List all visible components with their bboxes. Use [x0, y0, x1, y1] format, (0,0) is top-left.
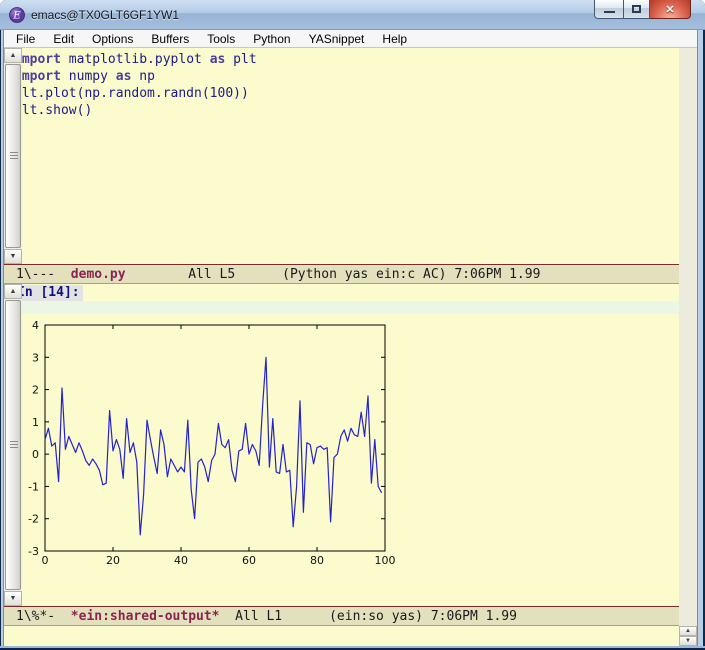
window-title: emacs@TX0GLT6GF1YW1 — [31, 8, 179, 22]
scrollbar-column — [679, 48, 697, 646]
matplotlib-figure: 0 20 40 60 80 100 -3 -2 -1 0 1 2 3 4 — [8, 314, 438, 574]
scrollbar-thumb[interactable] — [5, 64, 21, 248]
modeline1-status: All L5 (Python yas ein:c AC) 7:06PM 1.99 — [126, 267, 541, 282]
svg-text:2: 2 — [32, 384, 39, 397]
thumb-grip-icon — [10, 441, 18, 448]
svg-text:-1: -1 — [28, 480, 39, 493]
svg-text:100: 100 — [375, 554, 396, 567]
restore-icon — [632, 5, 641, 13]
output-pane-shared-output[interactable]: In [14]: 0 20 40 60 80 100 -3 -2 -1 0 1 2 3 4 — [4, 284, 679, 606]
svg-text:-2: -2 — [28, 513, 39, 526]
thumb-grip-icon — [10, 152, 18, 159]
modeline2-buffer-name[interactable]: *ein:shared-output* — [71, 609, 220, 624]
window-frame-bottom — [0, 646, 705, 650]
emacs-icon: E — [9, 7, 25, 23]
menu-tools[interactable]: Tools — [205, 31, 237, 47]
menu-file[interactable]: File — [14, 31, 37, 47]
svg-text:20: 20 — [106, 554, 120, 567]
menu-python[interactable]: Python — [251, 31, 292, 47]
scroll-up-icon[interactable]: ▲ — [4, 48, 22, 63]
output-scrollbar[interactable]: ▲ ▼ — [4, 284, 22, 606]
scroll-up-icon[interactable]: ▲ — [4, 284, 22, 299]
code-lines: import matplotlib.pyplot as pltimport nu… — [14, 51, 257, 119]
minimize-icon — [604, 11, 615, 13]
modeline1-buffer-name[interactable]: demo.py — [71, 267, 126, 282]
close-button[interactable]: ✕ — [650, 0, 691, 19]
minibuffer-scrollbar[interactable]: ▲ ▼ — [679, 626, 697, 646]
ein-cell-band — [12, 301, 679, 314]
modeline-shared-output: 1\%*- *ein:shared-output* All L1 (ein:so… — [4, 606, 679, 626]
titlebar[interactable]: E emacs@TX0GLT6GF1YW1 ✕ — [0, 0, 705, 30]
ein-input-prompt: In [14]: — [14, 285, 83, 301]
close-icon: ✕ — [665, 3, 674, 16]
restore-button[interactable] — [623, 0, 650, 19]
emacs-window: E emacs@TX0GLT6GF1YW1 ✕ File Edit Option… — [0, 0, 705, 650]
svg-text:0: 0 — [32, 448, 39, 461]
svg-text:3: 3 — [32, 351, 39, 364]
scrollbar-thumb[interactable] — [5, 300, 21, 590]
minibuffer[interactable] — [4, 626, 679, 646]
menu-edit[interactable]: Edit — [51, 31, 76, 47]
modeline2-status: All L1 (ein:so yas) 7:06PM 1.99 — [220, 609, 517, 624]
svg-text:80: 80 — [310, 554, 324, 567]
svg-text:40: 40 — [174, 554, 188, 567]
svg-text:0: 0 — [42, 554, 49, 567]
window-frame-left — [0, 30, 4, 646]
menu-buffers[interactable]: Buffers — [149, 31, 191, 47]
scroll-down-icon[interactable]: ▼ — [4, 249, 22, 264]
svg-text:1: 1 — [32, 416, 39, 429]
menu-options[interactable]: Options — [90, 31, 135, 47]
svg-text:4: 4 — [32, 319, 39, 332]
menubar: File Edit Options Buffers Tools Python Y… — [1, 30, 704, 48]
scroll-down-icon[interactable]: ▼ — [679, 636, 697, 646]
scroll-up-icon[interactable]: ▲ — [679, 626, 697, 636]
editor-scrollbar[interactable]: ▲ ▼ — [4, 48, 22, 264]
svg-text:E: E — [12, 10, 21, 21]
modeline2-flags: 1\%*- — [16, 609, 71, 624]
menu-yasnippet[interactable]: YASnippet — [307, 31, 367, 47]
caption-buttons: ✕ — [594, 0, 691, 19]
client-area: import matplotlib.pyplot as pltimport nu… — [4, 48, 697, 646]
window-frame-right — [697, 30, 705, 646]
svg-text:60: 60 — [242, 554, 256, 567]
modeline1-flags: 1\--- — [16, 267, 71, 282]
modeline-demo-py: 1\--- demo.py All L5 (Python yas ein:c A… — [4, 264, 679, 284]
minimize-button[interactable] — [594, 0, 623, 19]
scroll-down-icon[interactable]: ▼ — [4, 591, 22, 606]
editor-pane-demo-py[interactable]: import matplotlib.pyplot as pltimport nu… — [4, 48, 679, 264]
svg-text:-3: -3 — [28, 545, 39, 558]
menu-help[interactable]: Help — [380, 31, 409, 47]
